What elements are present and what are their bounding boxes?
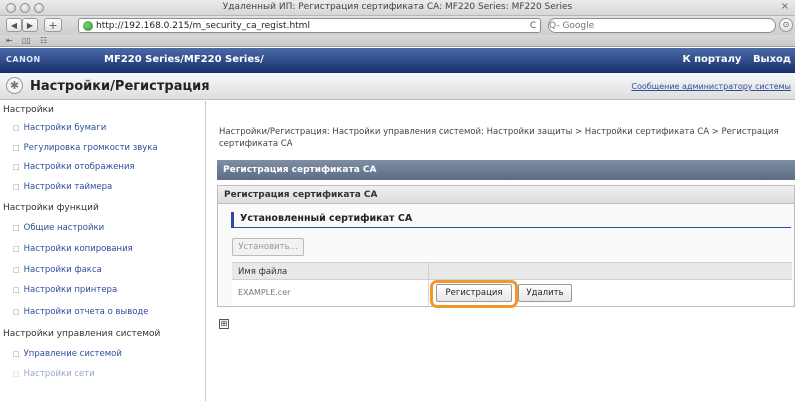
search-input[interactable]	[549, 20, 729, 31]
bullet-icon: □	[13, 266, 20, 274]
top-sites-icon[interactable]: ☷	[40, 36, 47, 45]
column-divider	[428, 280, 429, 306]
bullet-icon: □	[13, 350, 20, 358]
portal-link[interactable]: К порталу	[682, 54, 741, 65]
browser-toolbar: ◀ ▶ + http://192.168.0.215/m_security_ca…	[0, 16, 795, 35]
sidebar-item-timer[interactable]: □ Настройки таймера	[13, 182, 112, 192]
bullet-icon: □	[13, 224, 20, 232]
main-content: Настройки/Регистрация: Настройки управле…	[207, 101, 795, 401]
bookmarks-bar: ⇤ ▯▯ ☷	[0, 35, 795, 47]
sidebar-item-network[interactable]: □ Настройки сети	[13, 369, 95, 379]
sidebar-section-functions[interactable]: Настройки функций	[3, 203, 99, 213]
sidebar-item-system-management[interactable]: □ Управление системой	[13, 349, 122, 359]
bullet-icon: □	[13, 124, 20, 132]
sidebar-item-volume[interactable]: □ Регулировка громкости звука	[13, 143, 158, 153]
installed-certificate-heading: Установленный сертификат CA	[231, 212, 791, 228]
reading-list-icon[interactable]: ▯▯	[22, 36, 31, 45]
sidebar-item-display[interactable]: □ Настройки отображения	[13, 162, 135, 172]
url-text[interactable]: http://192.168.0.215/m_security_ca_regis…	[96, 21, 526, 31]
delete-button[interactable]: Удалить	[518, 284, 572, 302]
table-header: Имя файла	[232, 262, 792, 280]
close-icon[interactable]: ×	[781, 1, 789, 12]
ca-certificate-panel: Регистрация сертификата CA Установленный…	[217, 185, 795, 308]
window-title: Удаленный ИП: Регистрация сертификата CA…	[222, 2, 573, 12]
bullet-icon: □	[13, 308, 20, 316]
bookmark-back-icon[interactable]: ⇤	[6, 36, 13, 45]
device-model: MF220 Series/MF220 Series/	[104, 54, 264, 65]
page-title: Настройки/Регистрация	[30, 79, 210, 94]
register-button[interactable]: Регистрация	[436, 284, 512, 302]
settings-icon: ✱	[6, 77, 23, 94]
sidebar-item-copy[interactable]: □ Настройки копирования	[13, 244, 133, 254]
bullet-icon: □	[13, 370, 20, 378]
brand-logo: CANON	[6, 55, 41, 64]
site-globe-icon	[83, 20, 93, 31]
file-name-cell: EXAMPLE.cer	[238, 288, 291, 297]
bullet-icon: □	[13, 144, 20, 152]
add-bookmark-button[interactable]: +	[44, 18, 62, 32]
admin-message-link[interactable]: Сообщение администратору системы	[631, 82, 791, 91]
bullet-icon: □	[13, 183, 20, 191]
install-button[interactable]: Установить...	[232, 238, 304, 256]
sidebar-section-system[interactable]: Настройки управления системой	[3, 329, 160, 339]
sidebar-item-common[interactable]: □ Общие настройки	[13, 223, 104, 233]
logout-link[interactable]: Выход	[753, 54, 791, 65]
header-links: К порталу Выход	[674, 54, 791, 65]
sidebar-item-printer[interactable]: □ Настройки принтера	[13, 285, 117, 295]
back-button[interactable]: ◀	[6, 18, 22, 32]
column-divider	[428, 263, 429, 280]
breadcrumb: Настройки/Регистрация: Настройки управле…	[219, 127, 779, 149]
toolbar-menu-icon[interactable]: ⊙	[779, 18, 793, 32]
sidebar-item-paper[interactable]: □ Настройки бумаги	[13, 123, 106, 133]
sidebar-section-preferences[interactable]: Настройки	[3, 105, 54, 115]
bullet-icon: □	[13, 245, 20, 253]
reload-icon[interactable]: C	[526, 21, 540, 31]
panel-title: Регистрация сертификата CA	[218, 186, 794, 204]
sidebar-item-fax[interactable]: □ Настройки факса	[13, 265, 102, 275]
file-name-header: Имя файла	[238, 267, 288, 277]
section-title: Регистрация сертификата CA	[217, 160, 795, 180]
url-field[interactable]: http://192.168.0.215/m_security_ca_regis…	[78, 18, 541, 33]
expand-icon[interactable]: ⊞	[219, 319, 229, 329]
bullet-icon: □	[13, 286, 20, 294]
bullet-icon: □	[13, 163, 20, 171]
sidebar-item-output-report[interactable]: □ Настройки отчета о выводе	[13, 307, 149, 317]
page-title-bar: ✱ Настройки/Регистрация Сообщение админи…	[0, 73, 795, 100]
forward-button[interactable]: ▶	[22, 18, 38, 32]
search-field[interactable]	[548, 18, 776, 33]
window-titlebar: Удаленный ИП: Регистрация сертификата CA…	[0, 0, 795, 16]
remote-ui-header: CANON MF220 Series/MF220 Series/ К порта…	[0, 48, 795, 73]
table-row: EXAMPLE.cer Регистрация Удалить	[232, 280, 792, 308]
sidebar: Настройки □ Настройки бумаги □ Регулировка…	[0, 101, 206, 401]
